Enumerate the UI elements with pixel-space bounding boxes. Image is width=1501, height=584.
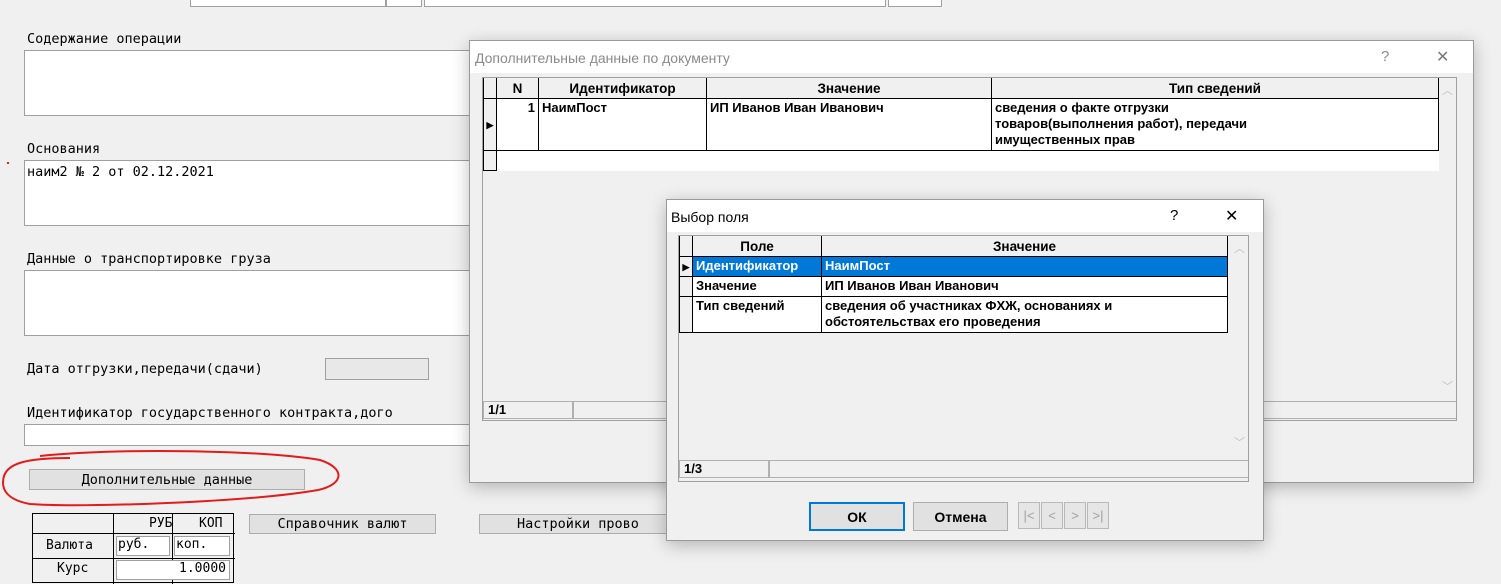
transport-field[interactable] bbox=[24, 270, 484, 336]
close-icon[interactable]: ✕ bbox=[1225, 206, 1238, 226]
basis-value: наим2 № 2 от 02.12.2021 bbox=[27, 164, 214, 180]
chevron-up-icon[interactable]: ︿ bbox=[1442, 82, 1453, 98]
row-indicator-icon: ▶ bbox=[679, 256, 693, 277]
field-dialog-title: Выбор поля bbox=[671, 209, 749, 225]
row-indicator-empty bbox=[679, 296, 693, 333]
ok-button[interactable]: ОК bbox=[809, 502, 905, 531]
chevron-down-icon[interactable]: ﹀ bbox=[1234, 434, 1245, 450]
chevron-down-icon[interactable]: ﹀ bbox=[1442, 378, 1453, 394]
op-content-field[interactable] bbox=[24, 50, 484, 116]
doc-empty-row bbox=[483, 150, 1439, 171]
kop-field[interactable]: коп. bbox=[174, 536, 230, 556]
contract-id-field[interactable] bbox=[24, 424, 484, 446]
field-vscrollbar[interactable]: ︿ ﹀ bbox=[1231, 236, 1248, 458]
field-dialog-titlebar[interactable]: Выбор поля ? ✕ bbox=[667, 200, 1263, 232]
field-grid: Поле Значение ▶ Идентификатор НаимПост З… bbox=[678, 235, 1249, 482]
field-cell-value-2[interactable]: сведения об участниках ФХЖ, основаниях и… bbox=[821, 296, 1228, 333]
table-row[interactable]: ▶ Идентификатор НаимПост bbox=[679, 256, 1228, 277]
field-cell-value-2-text: сведения об участниках ФХЖ, основаниях и… bbox=[825, 298, 1113, 329]
field-status: 1/3 bbox=[679, 460, 769, 478]
settings-button-label: Настройки прово bbox=[517, 516, 639, 532]
field-cell-name-2[interactable]: Тип сведений bbox=[692, 296, 822, 333]
row-currency-label: Валюта bbox=[46, 538, 93, 553]
doc-cell-n[interactable]: 1 bbox=[496, 98, 539, 151]
doc-col-id[interactable]: Идентификатор bbox=[538, 78, 707, 99]
doc-cell-value[interactable]: ИП Иванов Иван Иванович bbox=[706, 98, 992, 151]
table-row[interactable]: ▶ 1 НаимПост ИП Иванов Иван Иванович све… bbox=[483, 98, 1439, 151]
col-kop-header: КОП bbox=[199, 516, 223, 531]
nav-next-button[interactable]: > bbox=[1064, 502, 1086, 529]
doc-status: 1/1 bbox=[483, 401, 573, 419]
doc-col-value[interactable]: Значение bbox=[706, 78, 992, 99]
close-icon[interactable]: ✕ bbox=[1436, 47, 1449, 67]
doc-col-n[interactable]: N bbox=[496, 78, 539, 99]
col-rub-header: РУБ bbox=[149, 516, 173, 531]
doc-empty-indicator bbox=[483, 150, 497, 171]
field-status-bar bbox=[769, 460, 1248, 478]
chevron-up-icon[interactable]: ︿ bbox=[1234, 240, 1245, 256]
red-dot bbox=[7, 162, 9, 164]
ship-date-field[interactable] bbox=[325, 358, 429, 380]
field-cell-name-1[interactable]: Значение bbox=[692, 276, 822, 297]
field-header-indicator bbox=[679, 236, 693, 257]
doc-cell-type-text: сведения о факте отгрузки товаров(выполн… bbox=[995, 100, 1248, 147]
top-field-3[interactable] bbox=[424, 0, 886, 7]
doc-dialog-title: Дополнительные данные по документу bbox=[475, 50, 730, 66]
doc-vscrollbar[interactable]: ︿ ﹀ bbox=[1439, 78, 1456, 402]
field-cell-name-0[interactable]: Идентификатор bbox=[692, 256, 822, 277]
doc-table-header: N Идентификатор Значение Тип сведений bbox=[483, 78, 1439, 99]
settings-button[interactable]: Настройки прово bbox=[479, 514, 679, 534]
op-content-label: Содержание операции bbox=[27, 31, 182, 47]
contract-id-label: Идентификатор государственного контракта… bbox=[27, 405, 393, 421]
field-cell-value-1[interactable]: ИП Иванов Иван Иванович bbox=[821, 276, 1228, 297]
table-row[interactable]: Тип сведений сведения об участниках ФХЖ,… bbox=[679, 296, 1228, 333]
doc-table: N Идентификатор Значение Тип сведений ▶ … bbox=[483, 78, 1439, 171]
field-table-header: Поле Значение bbox=[679, 236, 1228, 257]
rub-field[interactable]: руб. bbox=[116, 536, 170, 556]
rate-field[interactable]: 1.0000 bbox=[116, 560, 230, 580]
field-col-field[interactable]: Поле bbox=[692, 236, 822, 257]
field-select-dialog: Выбор поля ? ✕ Поле Значение ▶ Идентифик… bbox=[666, 199, 1264, 541]
basis-label: Основания bbox=[27, 141, 101, 157]
doc-header-indicator bbox=[483, 78, 497, 99]
basis-field[interactable]: наим2 № 2 от 02.12.2021 bbox=[24, 160, 484, 226]
transport-label: Данные о транспортировке груза bbox=[27, 251, 271, 267]
help-icon[interactable]: ? bbox=[1170, 207, 1178, 224]
currency-vline bbox=[113, 514, 114, 584]
row-indicator-icon: ▶ bbox=[483, 98, 497, 151]
nav-first-button[interactable]: |< bbox=[1018, 502, 1040, 529]
doc-cell-id[interactable]: НаимПост bbox=[538, 98, 707, 151]
help-icon[interactable]: ? bbox=[1381, 48, 1389, 65]
currency-table: РУБ КОП Валюта руб. коп. Курс 1.0000 bbox=[32, 513, 235, 584]
currency-ref-button[interactable]: Справочник валют bbox=[249, 514, 436, 534]
annotation-ellipse bbox=[2, 450, 340, 507]
doc-dialog-titlebar[interactable]: Дополнительные данные по документу ? ✕ bbox=[470, 41, 1473, 73]
nav-last-button[interactable]: >| bbox=[1087, 502, 1109, 529]
nav-prev-button[interactable]: < bbox=[1041, 502, 1063, 529]
field-col-value[interactable]: Значение bbox=[821, 236, 1228, 257]
ship-date-label: Дата отгрузки,передачи(сдачи) bbox=[27, 361, 263, 377]
field-table: Поле Значение ▶ Идентификатор НаимПост З… bbox=[679, 236, 1228, 333]
currency-hline bbox=[33, 533, 235, 534]
top-field-1[interactable] bbox=[190, 0, 386, 7]
field-cell-value-0[interactable]: НаимПост bbox=[821, 256, 1228, 277]
row-indicator-empty bbox=[679, 276, 693, 297]
cancel-button[interactable]: Отмена bbox=[913, 502, 1008, 531]
currency-hline-2 bbox=[33, 558, 235, 559]
doc-cell-type[interactable]: сведения о факте отгрузки товаров(выполн… bbox=[991, 98, 1439, 151]
top-field-2[interactable] bbox=[386, 0, 422, 7]
doc-col-type[interactable]: Тип сведений bbox=[991, 78, 1439, 99]
row-rate-label: Курс bbox=[57, 561, 89, 576]
table-row[interactable]: Значение ИП Иванов Иван Иванович bbox=[679, 276, 1228, 297]
top-field-4[interactable] bbox=[888, 0, 942, 7]
